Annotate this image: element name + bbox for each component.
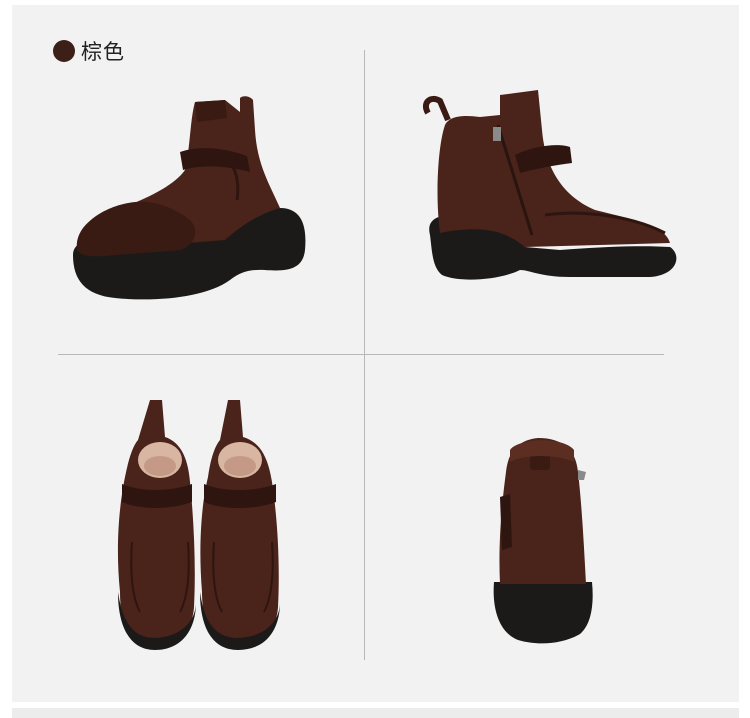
boot-pair-front-icon <box>117 400 280 650</box>
boot-side-photo <box>65 90 315 310</box>
color-swatch <box>53 40 75 62</box>
vertical-divider <box>364 50 365 660</box>
color-option-label: 棕色 <box>53 38 125 64</box>
product-detail-page: 棕色 <box>0 0 750 718</box>
boot-side-icon <box>73 96 306 300</box>
boot-back-photo <box>488 432 598 647</box>
boot-pair-front-photo <box>110 392 290 654</box>
boot-zipper-side-icon <box>422 90 677 280</box>
horizontal-divider <box>58 354 664 355</box>
boot-back-icon <box>493 438 593 644</box>
boot-zipper-side-photo <box>420 85 685 295</box>
color-name: 棕色 <box>81 40 125 64</box>
bottom-strip <box>12 708 739 718</box>
